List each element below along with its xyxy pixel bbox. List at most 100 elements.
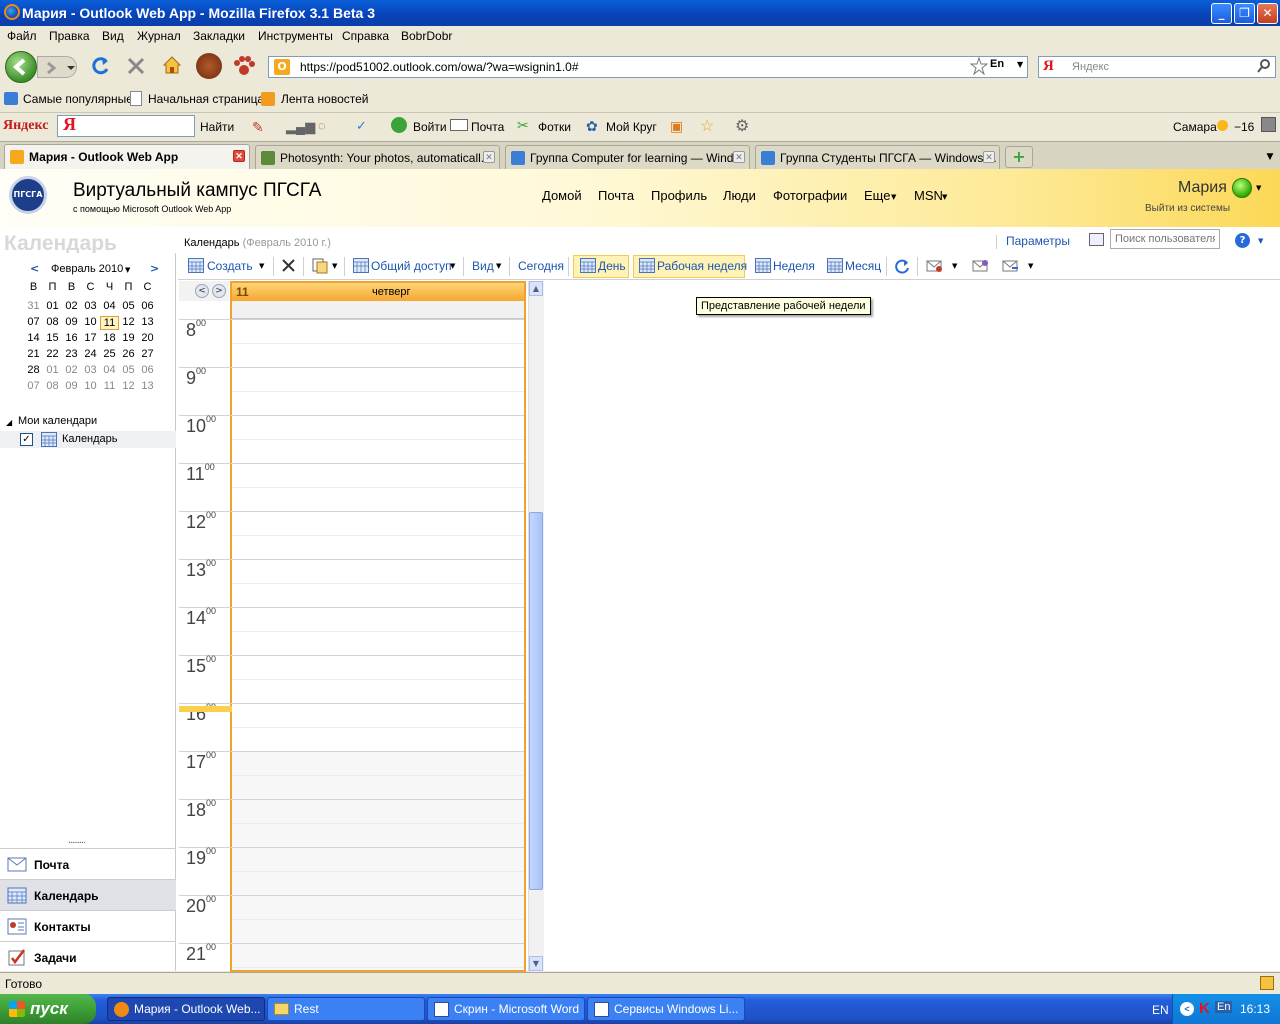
close-tab-icon[interactable]: ✕ <box>233 150 245 162</box>
my-calendars-group[interactable]: Мои календари <box>18 415 97 427</box>
nav-contacts[interactable]: Контакты <box>0 910 176 941</box>
stop-icon[interactable] <box>125 55 147 77</box>
reload-icon[interactable] <box>89 55 111 77</box>
url-dropdown-icon[interactable]: ▼ <box>1017 60 1023 69</box>
minical-day[interactable]: 12 <box>119 316 138 328</box>
find-user-input[interactable] <box>1110 229 1220 249</box>
minical-day[interactable]: 19 <box>119 332 138 344</box>
user-name[interactable]: Мария <box>1178 179 1227 197</box>
tray-expand-icon[interactable]: < <box>1180 1002 1194 1016</box>
minical-day[interactable]: 25 <box>100 348 119 360</box>
forward-button[interactable] <box>37 56 77 78</box>
taskbar-item-word[interactable]: Скрин - Microsoft Word <box>427 997 585 1021</box>
next-day-icon[interactable]: > <box>212 284 226 298</box>
minical-day[interactable]: 13 <box>138 380 157 392</box>
briefcase-icon[interactable]: ▣ <box>670 118 683 135</box>
send-calendar-icon[interactable] <box>1002 258 1019 273</box>
start-button[interactable]: пуск <box>0 994 96 1024</box>
today-button[interactable]: Сегодня <box>518 259 564 273</box>
spellcheck-icon[interactable]: ✓ <box>356 118 367 134</box>
share-dropdown-icon[interactable]: ▼ <box>450 262 455 270</box>
scroll-up-icon[interactable]: ▲ <box>529 281 543 296</box>
topnav-people[interactable]: Люди <box>723 188 756 203</box>
minical-day[interactable]: 17 <box>81 332 100 344</box>
clock[interactable]: 16:13 <box>1240 1002 1270 1016</box>
menu-tools[interactable]: Инструменты <box>258 29 333 43</box>
menu-help[interactable]: Справка <box>342 29 389 43</box>
user-dropdown-icon[interactable]: ▼ <box>1256 184 1261 192</box>
minical-day[interactable]: 12 <box>119 380 138 392</box>
tab-list-icon[interactable]: ▼ <box>1262 146 1278 168</box>
minical-day[interactable]: 20 <box>138 332 157 344</box>
minical-day[interactable]: 04 <box>100 300 119 312</box>
month-dropdown-icon[interactable]: ▼ <box>125 266 130 274</box>
menu-bookmarks[interactable]: Закладки <box>193 29 245 43</box>
yandex-search-input[interactable] <box>57 115 195 137</box>
after-hours-area[interactable] <box>232 751 524 970</box>
close-tab-icon[interactable]: ✕ <box>733 151 745 163</box>
view-dropdown-icon[interactable]: ▼ <box>496 262 501 270</box>
minical-day[interactable]: 06 <box>138 300 157 312</box>
yandex-login[interactable]: Войти <box>413 120 447 134</box>
presence-status-icon[interactable] <box>1232 178 1252 198</box>
signal-icon[interactable]: ▂▄▆ <box>286 119 315 135</box>
minical-day[interactable]: 31 <box>24 300 43 312</box>
tab-outlook[interactable]: Мария - Outlook Web App ✕ <box>4 144 250 170</box>
favorites-star-icon[interactable]: ☆ <box>700 116 714 136</box>
help-dropdown-icon[interactable]: ▼ <box>1258 237 1263 245</box>
delete-icon[interactable] <box>281 258 296 273</box>
menu-file[interactable]: Файл <box>7 29 37 43</box>
security-icon[interactable] <box>1260 976 1274 990</box>
yandex-mail[interactable]: Почта <box>471 120 504 134</box>
nav-mail[interactable]: Почта <box>0 848 176 879</box>
bookmark-star-icon[interactable] <box>970 57 988 75</box>
publish-icon[interactable] <box>972 258 989 273</box>
forward-dropdown-icon[interactable]: ▼ <box>952 262 957 270</box>
menu-edit[interactable]: Правка <box>49 29 90 43</box>
minical-day[interactable]: 03 <box>81 364 100 376</box>
refresh-icon[interactable] <box>894 258 910 274</box>
minical-day[interactable]: 16 <box>62 332 81 344</box>
minical-day[interactable]: 14 <box>24 332 43 344</box>
nav-tasks[interactable]: Задачи <box>0 941 176 972</box>
minical-day[interactable]: 10 <box>81 316 100 328</box>
calendar-checkbox[interactable]: ✓ <box>20 433 33 446</box>
minical-day[interactable]: 22 <box>43 348 62 360</box>
minical-day[interactable]: 08 <box>43 316 62 328</box>
move-dropdown-icon[interactable]: ▼ <box>332 262 337 270</box>
close-tab-icon[interactable]: ✕ <box>483 151 495 163</box>
taskbar-item-rest[interactable]: Rest <box>267 997 425 1021</box>
yandex-find-button[interactable]: Найти <box>200 120 234 134</box>
tab-computer-learning[interactable]: Группа Computer for learning — Wind... ✕ <box>505 145 750 170</box>
new-tab-button[interactable]: + <box>1005 146 1033 168</box>
next-month-icon[interactable]: > <box>150 262 159 275</box>
minical-day[interactable]: 28 <box>24 364 43 376</box>
toolbar-menu-icon[interactable] <box>1261 117 1276 132</box>
create-button[interactable]: Создать <box>207 259 253 273</box>
view-button[interactable]: Вид <box>472 259 494 273</box>
minimize-button[interactable]: _ <box>1211 3 1232 24</box>
tab-students[interactable]: Группа Студенты ПГСГА — Windows ... ✕ <box>755 145 1000 170</box>
minical-day[interactable]: 21 <box>24 348 43 360</box>
search-icon[interactable] <box>1256 58 1272 74</box>
maximize-button[interactable]: ❐ <box>1234 3 1255 24</box>
pgsga-logo[interactable]: ПГСГА <box>9 176 47 214</box>
minical-day[interactable]: 01 <box>43 300 62 312</box>
back-button[interactable] <box>5 51 37 83</box>
minical-day[interactable]: 23 <box>62 348 81 360</box>
lang-badge[interactable]: En <box>990 58 1004 70</box>
minical-month[interactable]: Февраль 2010 <box>51 263 123 275</box>
minical-day[interactable]: 13 <box>138 316 157 328</box>
day-view-button[interactable]: День <box>598 259 626 273</box>
resize-grip[interactable]: ......... <box>68 836 86 846</box>
kaspersky-icon[interactable]: K <box>1199 1000 1210 1017</box>
bookmark-start-page[interactable]: Начальная страница <box>148 92 264 106</box>
sign-out-link[interactable]: Выйти из системы <box>1145 203 1230 214</box>
minical-day[interactable]: 15 <box>43 332 62 344</box>
menu-history[interactable]: Журнал <box>137 29 181 43</box>
yandex-photos[interactable]: Фотки <box>538 120 571 134</box>
menu-view[interactable]: Вид <box>102 29 124 43</box>
minical-day[interactable]: 10 <box>81 380 100 392</box>
minical-day[interactable]: 24 <box>81 348 100 360</box>
minical-day[interactable]: 04 <box>100 364 119 376</box>
